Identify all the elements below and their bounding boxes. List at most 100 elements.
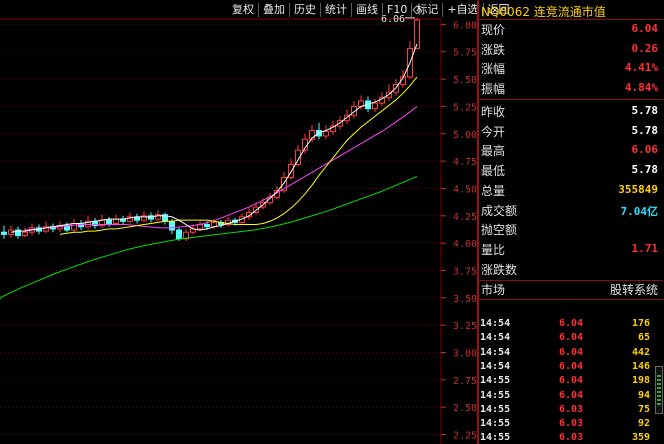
ma60-line — [0, 175, 418, 301]
y-tick-label: 3.25 — [453, 321, 477, 332]
quote-row: 振幅 4.84% — [479, 79, 662, 98]
y-tick-label: 2.25 — [453, 431, 477, 442]
quote-label: 最高 — [481, 144, 506, 159]
trade-volume: 92 — [637, 418, 650, 430]
trade-volume: 176 — [631, 318, 650, 329]
kline-chart[interactable]: 6.00 5.75 5.50 5.25 5.00 4.75 4.50 4.25 4.00 3.75… — [0, 0, 477, 444]
ma20-line — [24, 106, 418, 231]
trade-volume: 75 — [637, 403, 650, 415]
market-header: 市场 股转系统 — [479, 281, 662, 299]
quote-label: 今开 — [481, 124, 506, 139]
candle-body — [204, 224, 210, 228]
quote-value: 5.78 — [631, 104, 659, 117]
quote-value: 0.26 — [631, 41, 659, 55]
panel-separator — [479, 19, 663, 20]
y-tick-label: 4.75 — [453, 157, 477, 168]
trade-price: 6.04 — [559, 332, 584, 344]
trade-price: 6.03 — [559, 418, 584, 430]
trade-volume: 442 — [631, 346, 650, 358]
trade-time: 14:55 — [480, 375, 511, 387]
toolbar-button-4[interactable]: 画线 — [351, 3, 382, 17]
quote-row: 总量 355849 — [479, 181, 662, 200]
quote-label: 现价 — [481, 23, 506, 37]
toolbar-button-0[interactable]: 复权 — [228, 3, 258, 17]
quote-row: 抛空额 — [479, 220, 662, 239]
panel-separator — [479, 299, 663, 300]
y-tick-label: 5.00 — [453, 130, 477, 141]
y-tick-label: 3.50 — [453, 294, 477, 305]
quote-row: 量比 1.71 — [479, 240, 662, 259]
trade-row: 14:55 6.03 359 — [479, 432, 654, 444]
toolbar-button-5[interactable]: F10 — [382, 3, 411, 17]
y-tick-label: 5.50 — [453, 75, 477, 86]
candle-body — [71, 222, 77, 231]
candle-body — [1, 231, 7, 235]
quote-row: 涨幅 4.41% — [479, 59, 662, 78]
quote-label: 最低 — [481, 164, 506, 179]
quote-row: 最低 5.78 — [479, 161, 662, 180]
quote-value: 6.06 — [631, 143, 659, 157]
trade-time: 14:55 — [480, 418, 511, 430]
trade-volume: 94 — [637, 389, 650, 401]
quote-label: 昨收 — [481, 105, 506, 119]
kline-chart-svg[interactable]: 6.00 5.75 5.50 5.25 5.00 4.75 4.50 4.25 4.00 3.75… — [0, 0, 477, 444]
y-tick-label: 5.25 — [453, 102, 477, 113]
quote-row: 今开 5.78 — [479, 122, 662, 141]
trade-row: 14:54 6.04 442 — [479, 347, 654, 362]
quote-row: 涨跌 0.26 — [479, 40, 662, 59]
toolbar-button-1[interactable]: 叠加 — [258, 3, 289, 17]
candle-body — [169, 220, 175, 231]
toolbar-button-6[interactable]: 标记 — [411, 3, 442, 17]
y-tick-label: 4.00 — [453, 239, 477, 250]
trade-row: 14:54 6.04 176 — [479, 318, 654, 333]
candle-body — [323, 131, 329, 137]
scrollbar-grip[interactable] — [657, 375, 661, 405]
quote-row: 现价 6.04 — [479, 20, 662, 39]
quote-value: 1.71 — [631, 241, 659, 255]
quote-label: 总量 — [481, 183, 506, 198]
quote-row: 成交额 7.04亿 — [479, 201, 662, 220]
trade-time: 14:54 — [480, 360, 511, 372]
trade-volume: 146 — [631, 360, 650, 372]
y-tick-label: 6.00 — [453, 20, 477, 31]
y-tick-label: 2.75 — [453, 376, 477, 387]
y-tick-label: 2.50 — [453, 403, 477, 414]
trade-price: 6.04 — [559, 389, 584, 401]
trade-volume: 359 — [631, 432, 650, 444]
quote-row: 最高 6.06 — [479, 141, 662, 160]
y-tick-label: 3.75 — [453, 266, 477, 277]
quote-value: 355849 — [618, 182, 658, 196]
candle-body — [113, 218, 119, 224]
quote-value: 4.84% — [624, 80, 658, 94]
toolbar-button-2[interactable]: 历史 — [289, 3, 320, 17]
trade-row: 14:54 6.04 65 — [479, 332, 654, 347]
security-title: NQ0062 连竞流通市值 — [481, 5, 606, 19]
trade-price: 6.04 — [559, 375, 584, 387]
trade-list-scrollbar[interactable] — [655, 366, 663, 414]
quote-label: 振幅 — [481, 81, 506, 96]
quote-value: 5.78 — [631, 123, 659, 137]
candle-body — [176, 229, 182, 240]
y-tick-label: 3.00 — [453, 349, 477, 360]
market-label: 市场 — [481, 283, 506, 297]
panel-separator — [479, 280, 663, 281]
trade-time: 14:55 — [480, 389, 511, 401]
y-tick-label: 5.75 — [453, 48, 477, 59]
quote-row: 涨跌数 — [479, 260, 662, 279]
trade-price: 6.03 — [559, 432, 584, 444]
toolbar-button-3[interactable]: 统计 — [320, 3, 351, 17]
market-name: 股转系统 — [609, 283, 658, 297]
candle-body — [197, 224, 203, 230]
trade-row: 14:55 6.03 92 — [479, 418, 654, 433]
quote-value: 7.04亿 — [620, 204, 659, 218]
y-tick-label: 4.25 — [453, 212, 477, 223]
trade-price: 6.04 — [559, 346, 584, 358]
ma5-line — [10, 43, 418, 233]
trade-row: 14:54 6.04 146 — [479, 361, 654, 376]
trade-price: 6.04 — [559, 360, 584, 372]
quote-label: 涨幅 — [481, 62, 506, 76]
trade-price: 6.03 — [559, 403, 584, 415]
trade-price: 6.04 — [559, 318, 584, 329]
quote-label: 涨跌 — [481, 42, 506, 57]
quote-label: 成交额 — [481, 203, 518, 218]
